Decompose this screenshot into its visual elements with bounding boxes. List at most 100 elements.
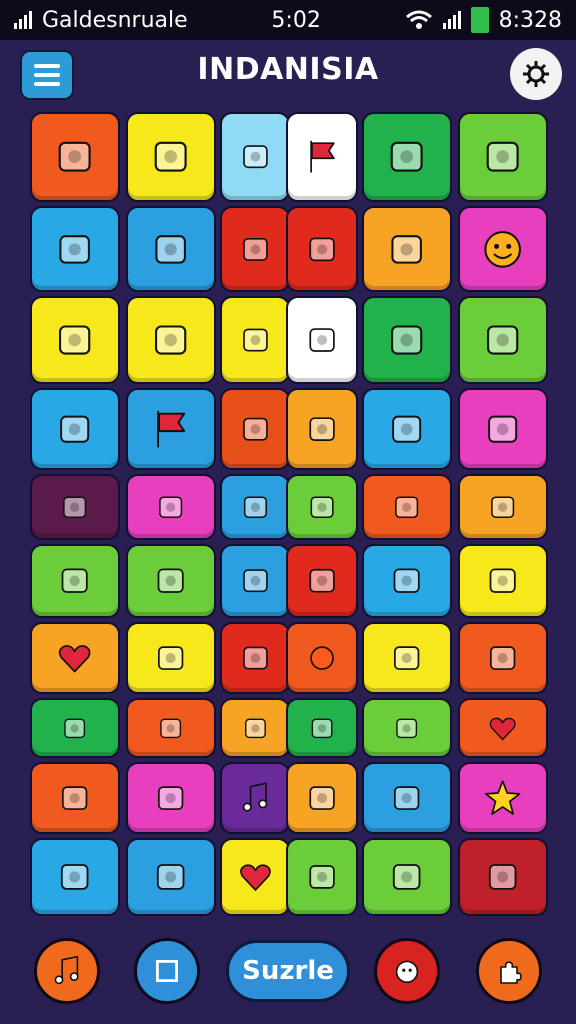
turtle-icon xyxy=(391,325,423,355)
cell-signal-icon xyxy=(442,11,461,29)
tile-star-face[interactable] xyxy=(458,762,548,834)
tile-stadium[interactable] xyxy=(30,112,120,202)
lollipop-icon xyxy=(59,234,91,264)
tile-pretzel[interactable] xyxy=(286,698,358,758)
tile-box[interactable] xyxy=(126,296,216,384)
gear-icon xyxy=(523,61,549,87)
tile-pencil[interactable] xyxy=(286,838,358,916)
maple-leaf-icon xyxy=(160,718,182,738)
tile-football[interactable] xyxy=(362,206,452,292)
shuffle-button[interactable]: Suzrle xyxy=(226,940,350,1002)
tile-toolbox[interactable] xyxy=(362,112,452,202)
tile-lollipop[interactable] xyxy=(30,206,120,292)
tile-smiley[interactable] xyxy=(458,206,548,292)
tile-briefcase[interactable] xyxy=(362,622,452,694)
tile-diamond[interactable] xyxy=(286,296,358,384)
tile-battery[interactable] xyxy=(30,296,120,384)
bird-icon xyxy=(158,786,184,810)
gift-box-icon xyxy=(489,568,517,594)
tile-music-note[interactable] xyxy=(220,762,290,834)
cube-icon xyxy=(243,496,267,518)
tile-fruit-bowl[interactable] xyxy=(30,544,120,618)
tile-robot[interactable] xyxy=(286,206,358,292)
tile-hammer[interactable] xyxy=(362,388,452,470)
diamond-icon xyxy=(309,328,335,352)
tile-heart[interactable] xyxy=(458,698,548,758)
tile-fish[interactable] xyxy=(362,544,452,618)
envelope-icon xyxy=(490,646,516,670)
tile-bowl[interactable] xyxy=(286,544,358,618)
tile-carrot[interactable] xyxy=(362,838,452,916)
settings-button[interactable] xyxy=(510,48,562,100)
tile-ice-cream[interactable] xyxy=(220,112,290,202)
status-bar: Galdesnruale 5:02 8:328 xyxy=(0,0,576,40)
tile-strawberry[interactable] xyxy=(362,474,452,540)
tile-lamp[interactable] xyxy=(220,296,290,384)
tile-envelope[interactable] xyxy=(458,622,548,694)
tile-location-pin[interactable] xyxy=(220,622,290,694)
fruit-bowl-icon xyxy=(61,568,89,594)
pretzel-icon xyxy=(311,718,333,738)
tile-keyboard[interactable] xyxy=(30,474,120,540)
square-button[interactable] xyxy=(134,938,200,1004)
tile-salad-bowl[interactable] xyxy=(362,762,452,834)
tile-crown-face[interactable] xyxy=(362,698,452,758)
tile-chart[interactable] xyxy=(126,622,216,694)
tile-bird[interactable] xyxy=(126,762,216,834)
football-icon xyxy=(391,234,423,264)
smiley-icon xyxy=(484,230,522,268)
battery-icon xyxy=(470,7,489,33)
leaf-icon xyxy=(487,325,519,355)
music-note-icon xyxy=(242,782,267,812)
tile-rocket[interactable] xyxy=(126,838,216,916)
tile-cube[interactable] xyxy=(220,474,290,540)
tile-drum[interactable] xyxy=(30,388,120,470)
tile-phone[interactable] xyxy=(220,388,290,470)
tile-maple-leaf[interactable] xyxy=(286,388,358,470)
tile-leaf[interactable] xyxy=(458,296,548,384)
tile-radio[interactable] xyxy=(30,698,120,758)
map-icon xyxy=(242,569,268,593)
flag-icon xyxy=(310,140,335,174)
tile-planet[interactable] xyxy=(286,474,358,540)
tile-gift-box[interactable] xyxy=(458,544,548,618)
apple-icon xyxy=(62,786,88,810)
box-icon xyxy=(155,325,187,355)
tile-turtle[interactable] xyxy=(362,296,452,384)
sun-icon xyxy=(310,646,334,670)
lamp-icon xyxy=(242,328,268,352)
tile-popsicle[interactable] xyxy=(126,112,216,202)
tile-maple-leaf[interactable] xyxy=(126,698,216,758)
card-icon xyxy=(489,864,517,890)
page-title: INDANISIA xyxy=(197,52,379,87)
phone-icon xyxy=(242,417,268,441)
tile-mouth[interactable] xyxy=(458,388,548,470)
header: INDANISIA xyxy=(0,40,576,110)
mouth-icon xyxy=(488,415,518,443)
tile-apple[interactable] xyxy=(30,762,120,834)
tile-ticket[interactable] xyxy=(126,474,216,540)
music-button[interactable] xyxy=(34,938,100,1004)
tile-chat-bubble[interactable] xyxy=(458,474,548,540)
tile-mango[interactable] xyxy=(126,544,216,618)
face-button[interactable] xyxy=(374,938,440,1004)
tile-map[interactable] xyxy=(220,544,290,618)
rocket-icon xyxy=(487,142,519,172)
tile-card[interactable] xyxy=(458,838,548,916)
tile-chili[interactable] xyxy=(220,206,290,292)
tile-heart[interactable] xyxy=(30,622,120,694)
tile-sun[interactable] xyxy=(286,622,358,694)
tile-heart[interactable] xyxy=(220,838,290,916)
tile-flag[interactable] xyxy=(126,388,216,470)
tile-flag[interactable] xyxy=(286,112,358,202)
toolbox-icon xyxy=(391,142,423,172)
wifi-icon xyxy=(405,10,432,29)
carrier-label: Galdesnruale xyxy=(42,7,188,33)
puzzle-button[interactable] xyxy=(476,938,542,1004)
heart-icon xyxy=(489,717,517,740)
tile-salad-bowl[interactable] xyxy=(126,206,216,292)
tile-bag[interactable] xyxy=(286,762,358,834)
tile-cat[interactable] xyxy=(220,698,290,758)
tile-rice-bowl[interactable] xyxy=(30,838,120,916)
tile-rocket[interactable] xyxy=(458,112,548,202)
